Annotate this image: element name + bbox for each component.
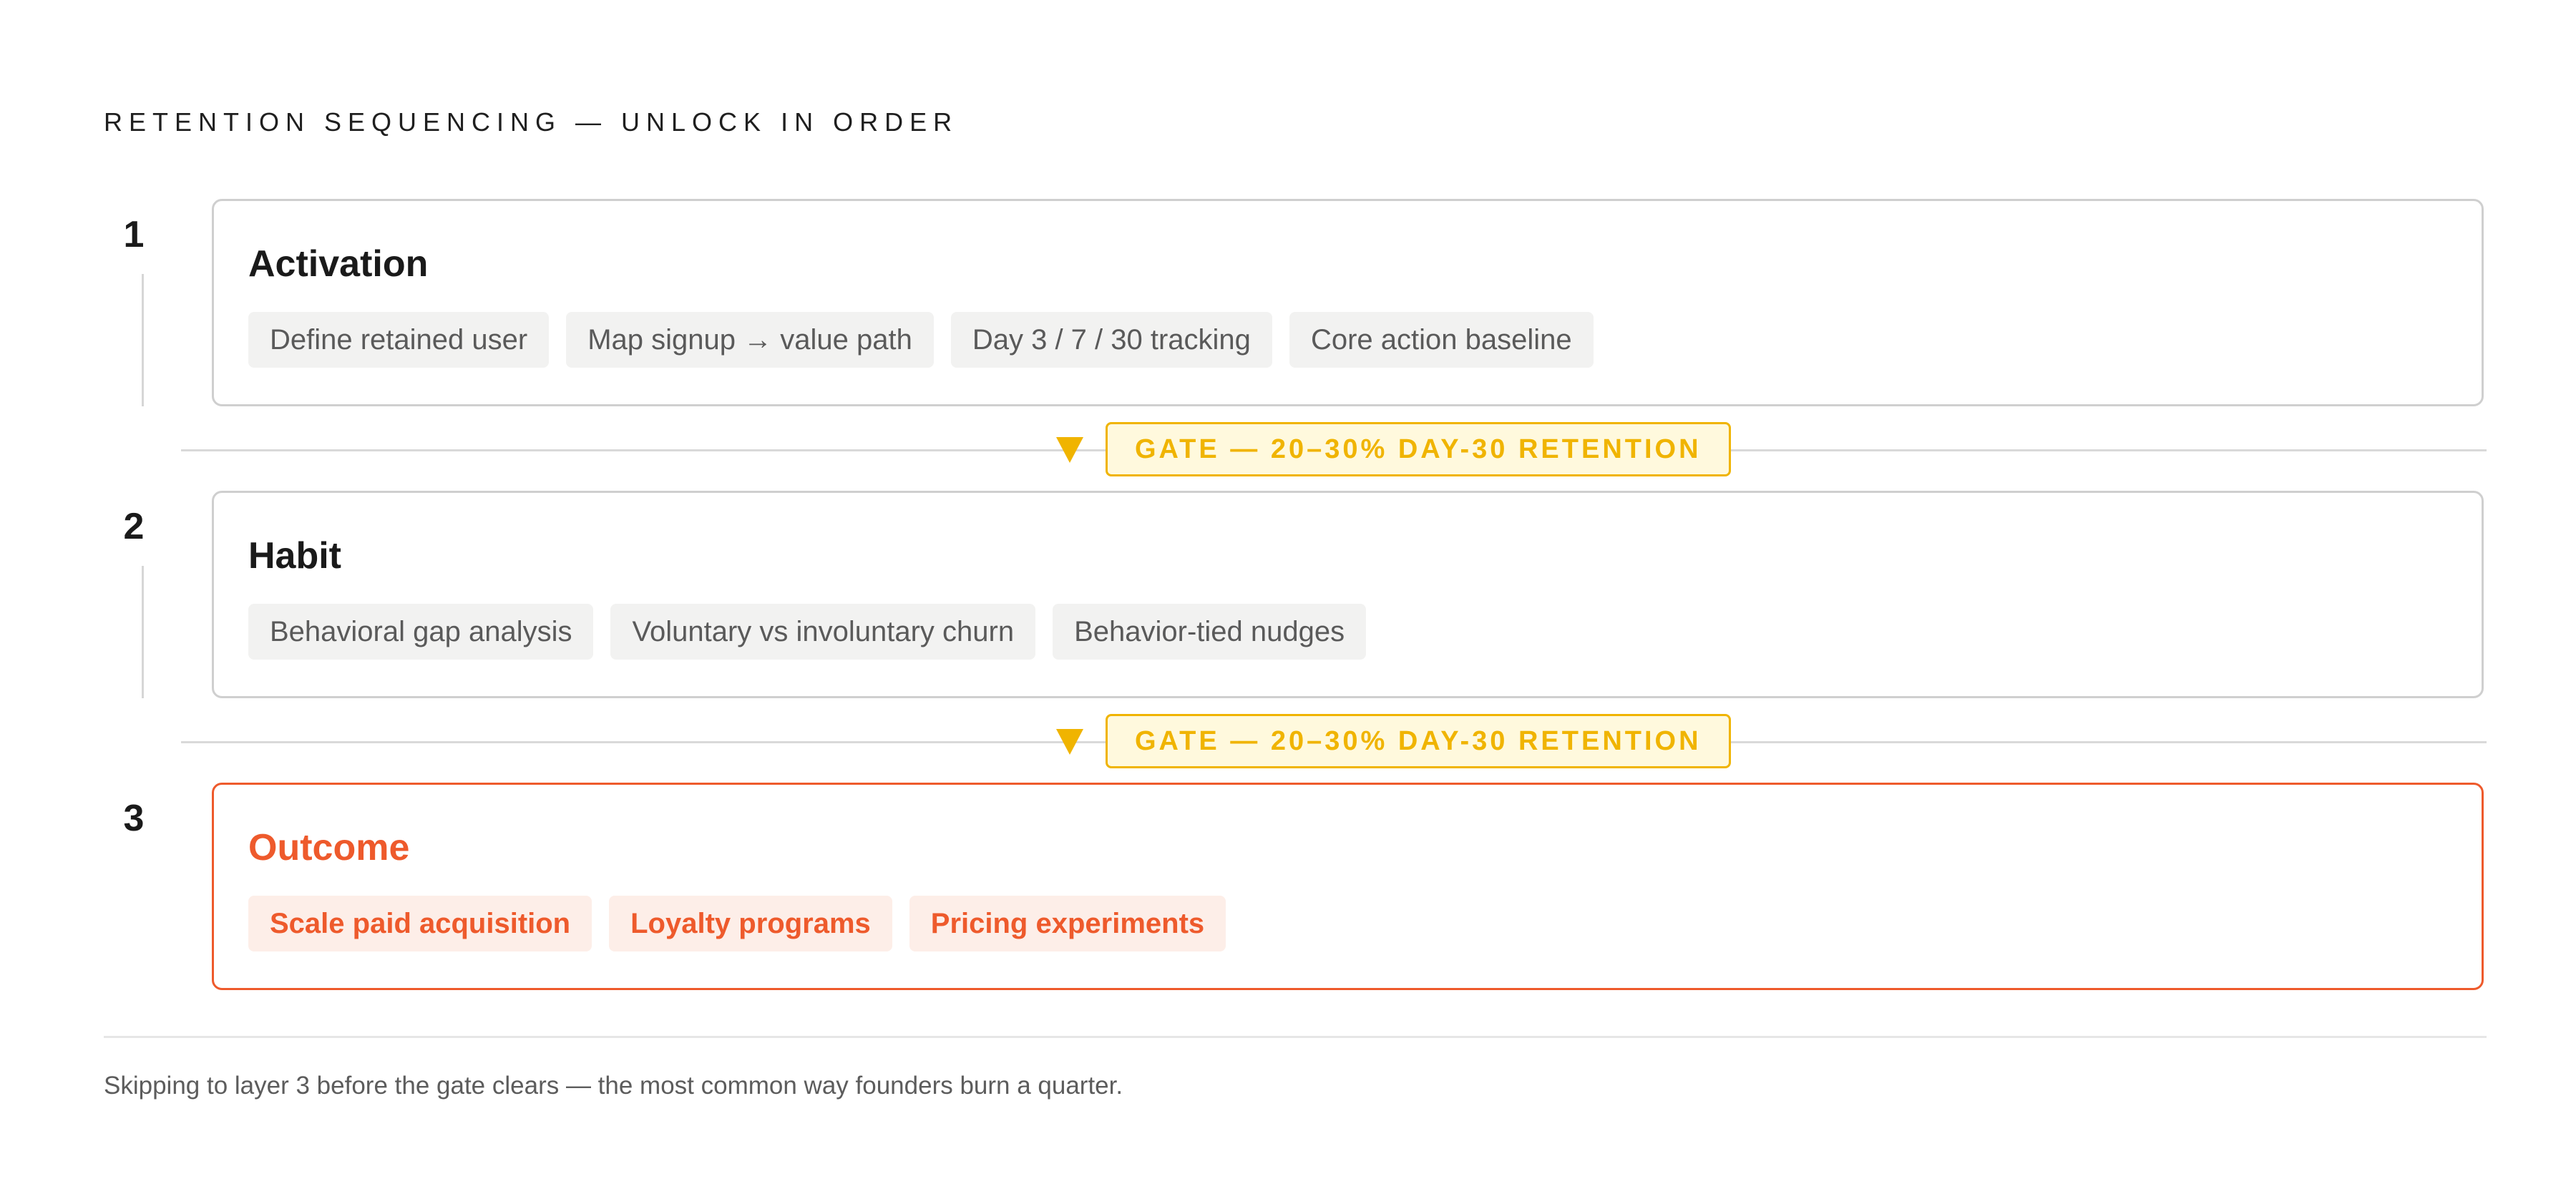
retention-sequencing-diagram: RETENTION SEQUENCING — UNLOCK IN ORDER 1…	[104, 0, 2487, 1204]
layer-chip: Pricing experiments	[909, 896, 1226, 951]
layer-title: Activation	[248, 243, 429, 285]
layer-chip: Voluntary vs involuntary churn	[610, 604, 1036, 660]
down-arrow-icon	[1056, 729, 1083, 755]
gate-badge: GATE — 20–30% DAY-30 RETENTION	[1106, 422, 1731, 476]
layer-chip: Scale paid acquisition	[248, 896, 592, 951]
layer-chip-list: Behavioral gap analysis Voluntary vs inv…	[248, 604, 1367, 660]
gate-2: GATE — 20–30% DAY-30 RETENTION	[181, 714, 2487, 771]
layer-chip: Core action baseline	[1289, 312, 1594, 368]
layer-chip: Day 3 / 7 / 30 tracking	[950, 312, 1272, 368]
layer-chip: Behavioral gap analysis	[248, 604, 594, 660]
layer-chip-list: Scale paid acquisition Loyalty programs …	[248, 896, 1226, 951]
layer-chip: Define retained user	[248, 312, 550, 368]
down-arrow-icon	[1056, 437, 1083, 463]
layer-connector-line	[142, 566, 144, 698]
layer-outcome: 3 Outcome Scale paid acquisition Loyalty…	[104, 783, 2487, 990]
layer-chip: Behavior-tied nudges	[1053, 604, 1367, 660]
layer-title: Outcome	[248, 827, 410, 868]
layer-connector-line	[142, 274, 144, 406]
layer-habit: 2 Habit Behavioral gap analysis Voluntar…	[104, 491, 2487, 698]
layer-chip: Map signup → value path	[566, 312, 934, 368]
layer-card: Activation Define retained user Map sign…	[212, 199, 2484, 406]
layer-chip-list: Define retained user Map signup → value …	[248, 312, 1594, 368]
layer-activation: 1 Activation Define retained user Map si…	[104, 199, 2487, 406]
layer-card: Outcome Scale paid acquisition Loyalty p…	[212, 783, 2484, 990]
diagram-heading: RETENTION SEQUENCING — UNLOCK IN ORDER	[104, 107, 959, 137]
gate-1: GATE — 20–30% DAY-30 RETENTION	[181, 422, 2487, 479]
footer-divider	[104, 1036, 2487, 1038]
footnote: Skipping to layer 3 before the gate clea…	[104, 1072, 1123, 1100]
layer-chip: Loyalty programs	[609, 896, 892, 951]
gate-badge: GATE — 20–30% DAY-30 RETENTION	[1106, 714, 1731, 768]
layer-title: Habit	[248, 535, 341, 577]
layer-card: Habit Behavioral gap analysis Voluntary …	[212, 491, 2484, 698]
